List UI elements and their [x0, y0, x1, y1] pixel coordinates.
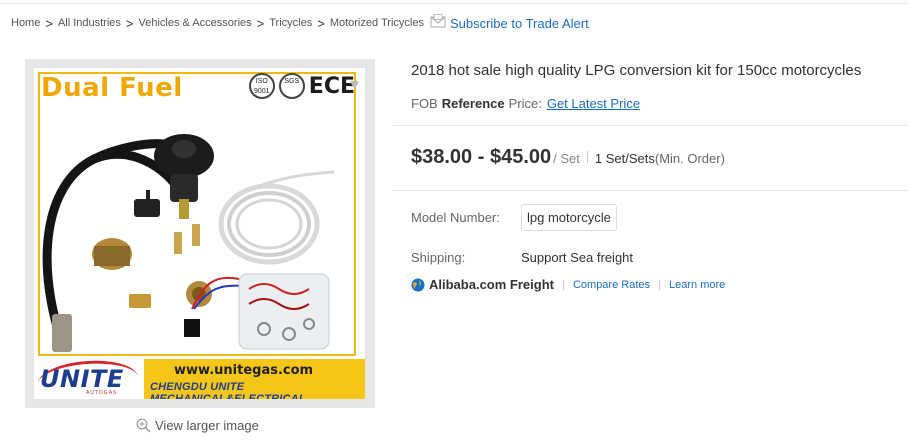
breadcrumb-home[interactable]: Home — [11, 17, 40, 29]
ece-cert-icon: ECE — [308, 73, 355, 99]
hose-fitting-icon — [52, 314, 72, 352]
envelope-icon — [430, 14, 446, 28]
top-divider — [0, 3, 908, 4]
dual-fuel-badge: Dual Fuel — [41, 73, 183, 103]
view-larger-image-button[interactable]: View larger image — [136, 418, 259, 433]
divider — [393, 190, 908, 191]
divider — [562, 279, 564, 290]
min-order-quantity: 1 Set/Sets — [594, 151, 655, 166]
subscribe-trade-alert[interactable]: Subscribe to Trade Alert — [430, 14, 589, 31]
breadcrumb: Home > All Industries > Vehicles & Acces… — [11, 14, 589, 32]
subscribe-link[interactable]: Subscribe to Trade Alert — [450, 16, 589, 31]
switch-icon — [134, 199, 160, 217]
fob-reference: Reference — [441, 96, 505, 111]
shipping-value: Support Sea freight — [521, 250, 634, 265]
min-order-note: (Min. Order) — [654, 151, 725, 166]
fob-price-label: Price: — [508, 96, 542, 111]
price-row: $38.00 - $45.00 / Set 1 Set/Sets (Min. O… — [411, 146, 725, 169]
brand-info-area: www.unitegas.com CHENGDU UNITE MECHANICA… — [144, 359, 365, 399]
breadcrumb-vehicles-accessories[interactable]: Vehicles & Accessories — [139, 17, 252, 29]
breadcrumb-separator: > — [45, 15, 53, 31]
lpg-kit-illustration — [42, 134, 335, 352]
price-range: $38.00 - $45.00 — [411, 146, 552, 168]
globe-icon — [411, 278, 425, 291]
fob-label: FOB — [411, 96, 438, 111]
breadcrumb-separator: > — [125, 15, 134, 31]
alibaba-freight-row: Alibaba.com Freight Compare Rates Learn … — [411, 277, 725, 292]
breadcrumb-tricycles[interactable]: Tricycles — [269, 17, 312, 29]
breadcrumb-motorized-tricycles[interactable]: Motorized Tricycles — [330, 17, 424, 29]
compare-rates-link[interactable]: Compare Rates — [573, 279, 650, 291]
get-latest-price-link[interactable]: Get Latest Price — [547, 96, 640, 111]
shipping-label: Shipping: — [411, 250, 466, 265]
unite-logo-sub: AUTOGAS — [86, 390, 118, 396]
zoom-icon — [136, 418, 151, 433]
certification-logos: ISO 9001 SGS ECE — [248, 73, 355, 99]
breadcrumb-separator: > — [256, 15, 265, 31]
product-photo[interactable]: Dual Fuel ISO 9001 SGS ECE ♥ UNITE AUTOG… — [34, 68, 365, 399]
divider — [393, 125, 908, 126]
model-number-label: Model Number: — [411, 210, 500, 225]
fob-price-row: FOB Reference Price: Get Latest Price — [411, 96, 640, 111]
model-number-value: lpg motorcycle — [521, 204, 617, 231]
brand-website: www.unitegas.com — [174, 363, 314, 378]
brand-logo-area: UNITE AUTOGAS — [34, 357, 144, 399]
alibaba-freight-label: Alibaba.com Freight — [429, 277, 554, 292]
divider — [659, 279, 661, 290]
favorite-heart-icon[interactable]: ♥ — [350, 76, 359, 93]
brand-banner: UNITE AUTOGAS www.unitegas.com CHENGDU U… — [34, 357, 365, 399]
product-title: 2018 hot sale high quality LPG conversio… — [411, 62, 862, 79]
price-unit: / Set — [553, 151, 580, 166]
unite-logo: UNITE — [40, 365, 124, 393]
learn-more-link[interactable]: Learn more — [669, 279, 725, 291]
product-image-panel[interactable]: Dual Fuel ISO 9001 SGS ECE ♥ UNITE AUTOG… — [25, 59, 375, 408]
brand-company: CHENGDU UNITE MECHANICAL&ELECTRICAL — [150, 381, 306, 399]
breadcrumb-separator: > — [317, 15, 325, 31]
view-larger-label: View larger image — [155, 418, 259, 433]
iso-cert-icon: ISO 9001 — [248, 73, 275, 99]
sgs-cert-icon: SGS — [278, 73, 305, 99]
breadcrumb-all-industries[interactable]: All Industries — [58, 17, 121, 29]
divider — [586, 151, 588, 163]
